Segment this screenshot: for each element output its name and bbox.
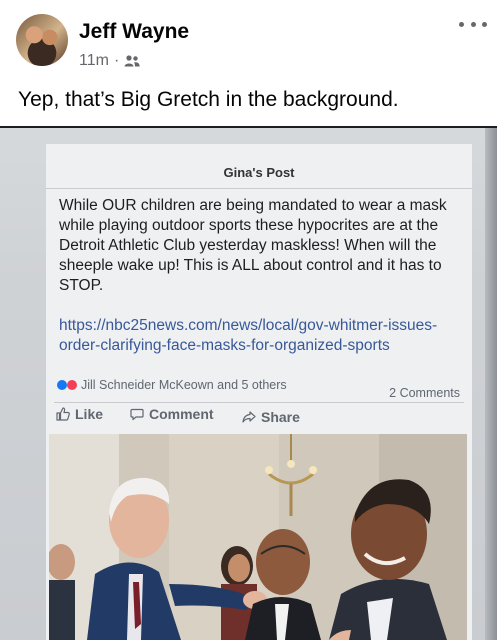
share-button[interactable]: Share: [242, 409, 300, 425]
comment-button[interactable]: Comment: [130, 406, 214, 422]
reactions-text: Jill Schneider McKeown and 5 others: [81, 378, 287, 392]
friends-icon[interactable]: [124, 54, 140, 68]
article-link[interactable]: https://nbc25news.com/news/local/gov-whi…: [59, 316, 469, 356]
post-image[interactable]: Gina's Post While OUR children are being…: [0, 126, 497, 640]
like-label: Like: [75, 406, 104, 422]
shared-post-card: Gina's Post While OUR children are being…: [46, 144, 472, 640]
share-label: Share: [261, 409, 300, 425]
divider: [54, 402, 464, 403]
comment-icon: [130, 408, 144, 421]
shared-post-text: While OUR children are being mandated to…: [59, 197, 447, 294]
screen-edge: [485, 128, 497, 640]
author-avatar[interactable]: [16, 14, 68, 66]
share-icon: [242, 411, 256, 423]
divider: [46, 188, 472, 189]
thumbs-up-icon: [56, 407, 70, 421]
news-photo[interactable]: [49, 434, 467, 640]
more-dot-icon: [470, 21, 476, 27]
news-photo-illustration: [49, 434, 467, 640]
comments-count[interactable]: 2 Comments: [389, 386, 460, 400]
shared-post-title: Gina's Post: [223, 165, 295, 180]
comment-label: Comment: [149, 406, 214, 422]
more-options-button[interactable]: [459, 14, 487, 34]
reactions-summary[interactable]: Jill Schneider McKeown and 5 others: [57, 378, 287, 392]
post-caption: Yep, that’s Big Gretch in the background…: [18, 88, 399, 111]
love-reaction-icon: [67, 380, 77, 390]
author-name[interactable]: Jeff Wayne: [79, 20, 189, 44]
monitor-screen: Gina's Post While OUR children are being…: [0, 128, 497, 640]
like-reaction-icon: [57, 380, 67, 390]
meta-separator: ·: [113, 52, 120, 69]
more-dot-icon: [482, 21, 487, 27]
post-meta: 11m ·: [79, 52, 140, 70]
more-dot-icon: [459, 21, 464, 27]
post-time[interactable]: 11m: [79, 52, 109, 70]
post-header: Jeff Wayne 11m ·: [0, 0, 497, 82]
like-button[interactable]: Like: [56, 406, 103, 422]
